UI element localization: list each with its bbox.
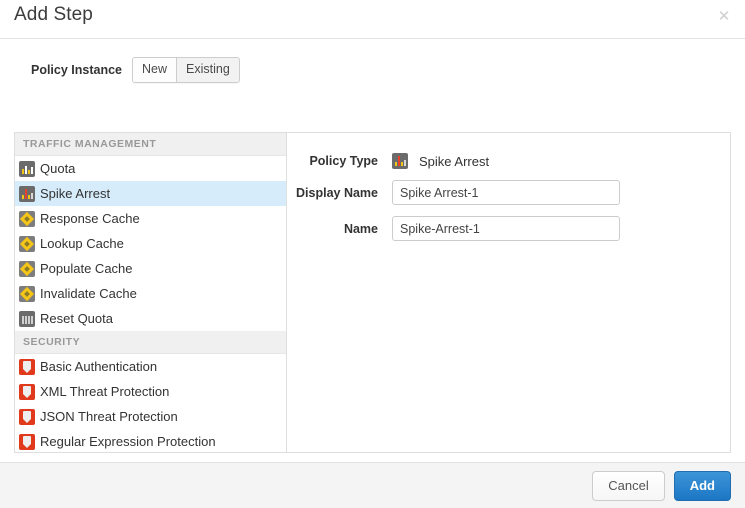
- diamond-cache-icon: [19, 261, 35, 277]
- list-item-basic-authentication[interactable]: Basic Authentication: [15, 354, 286, 379]
- dialog-body: Policy Instance New Existing TRAFFIC MAN…: [0, 39, 745, 462]
- gray-bar-chart-icon: [19, 311, 35, 327]
- list-item-label: Regular Expression Protection: [40, 434, 216, 450]
- policy-type-name: Spike Arrest: [419, 154, 489, 169]
- spike-bar-chart-icon: [392, 153, 408, 169]
- list-item-label: Lookup Cache: [40, 236, 124, 252]
- policy-instance-label: Policy Instance: [0, 63, 132, 77]
- policy-list: TRAFFIC MANAGEMENT Quota Spike Arrest Re…: [15, 133, 287, 452]
- policy-instance-option-new[interactable]: New: [133, 58, 177, 82]
- policy-instance-row: Policy Instance New Existing: [0, 55, 745, 85]
- list-group-header-traffic-management: TRAFFIC MANAGEMENT: [15, 133, 286, 156]
- policy-type-value: Spike Arrest: [392, 153, 489, 169]
- shield-icon: [19, 384, 35, 400]
- list-item-lookup-cache[interactable]: Lookup Cache: [15, 231, 286, 256]
- list-item-label: Invalidate Cache: [40, 286, 137, 302]
- list-item-json-threat-protection[interactable]: JSON Threat Protection: [15, 404, 286, 429]
- list-item-label: Reset Quota: [40, 311, 113, 327]
- policy-type-row: Policy Type Spike Arrest: [287, 153, 730, 169]
- list-item-label: JSON Threat Protection: [40, 409, 178, 425]
- list-item-label: Basic Authentication: [40, 359, 157, 375]
- cancel-button[interactable]: Cancel: [592, 471, 664, 501]
- page-title: Add Step: [14, 4, 93, 26]
- list-item-populate-cache[interactable]: Populate Cache: [15, 256, 286, 281]
- list-item-response-cache[interactable]: Response Cache: [15, 206, 286, 231]
- close-icon[interactable]: ✕: [715, 7, 733, 25]
- list-item-label: Response Cache: [40, 211, 140, 227]
- add-step-dialog: Add Step ✕ Policy Instance New Existing …: [0, 0, 745, 508]
- list-item-xml-threat-protection[interactable]: XML Threat Protection: [15, 379, 286, 404]
- dialog-header: Add Step ✕: [0, 0, 745, 39]
- diamond-cache-icon: [19, 211, 35, 227]
- list-item-label: Spike Arrest: [40, 186, 110, 202]
- policy-detail-pane: Policy Type Spike Arrest Display Name Na…: [287, 133, 730, 452]
- list-group-header-security: SECURITY: [15, 331, 286, 354]
- list-item-reset-quota[interactable]: Reset Quota: [15, 306, 286, 331]
- display-name-input[interactable]: [392, 180, 620, 205]
- bar-chart-icon: [19, 161, 35, 177]
- dialog-footer: Cancel Add: [0, 462, 745, 508]
- list-item-spike-arrest[interactable]: Spike Arrest: [15, 181, 286, 206]
- name-row: Name: [287, 216, 730, 241]
- list-item-invalidate-cache[interactable]: Invalidate Cache: [15, 281, 286, 306]
- policy-instance-toggle[interactable]: New Existing: [132, 57, 240, 83]
- name-input[interactable]: [392, 216, 620, 241]
- list-item-quota[interactable]: Quota: [15, 156, 286, 181]
- spike-bar-chart-icon: [19, 186, 35, 202]
- shield-icon: [19, 359, 35, 375]
- name-label: Name: [287, 222, 392, 236]
- shield-icon: [19, 409, 35, 425]
- policy-instance-option-existing[interactable]: Existing: [177, 58, 239, 82]
- display-name-label: Display Name: [287, 186, 392, 200]
- list-item-label: Populate Cache: [40, 261, 133, 277]
- list-item-regular-expression-protection[interactable]: Regular Expression Protection: [15, 429, 286, 452]
- shield-icon: [19, 434, 35, 450]
- list-item-label: XML Threat Protection: [40, 384, 169, 400]
- policy-type-label: Policy Type: [287, 154, 392, 168]
- diamond-cache-icon: [19, 286, 35, 302]
- diamond-cache-icon: [19, 236, 35, 252]
- list-item-label: Quota: [40, 161, 75, 177]
- display-name-row: Display Name: [287, 180, 730, 205]
- panes-container: TRAFFIC MANAGEMENT Quota Spike Arrest Re…: [14, 132, 731, 453]
- add-button[interactable]: Add: [674, 471, 731, 501]
